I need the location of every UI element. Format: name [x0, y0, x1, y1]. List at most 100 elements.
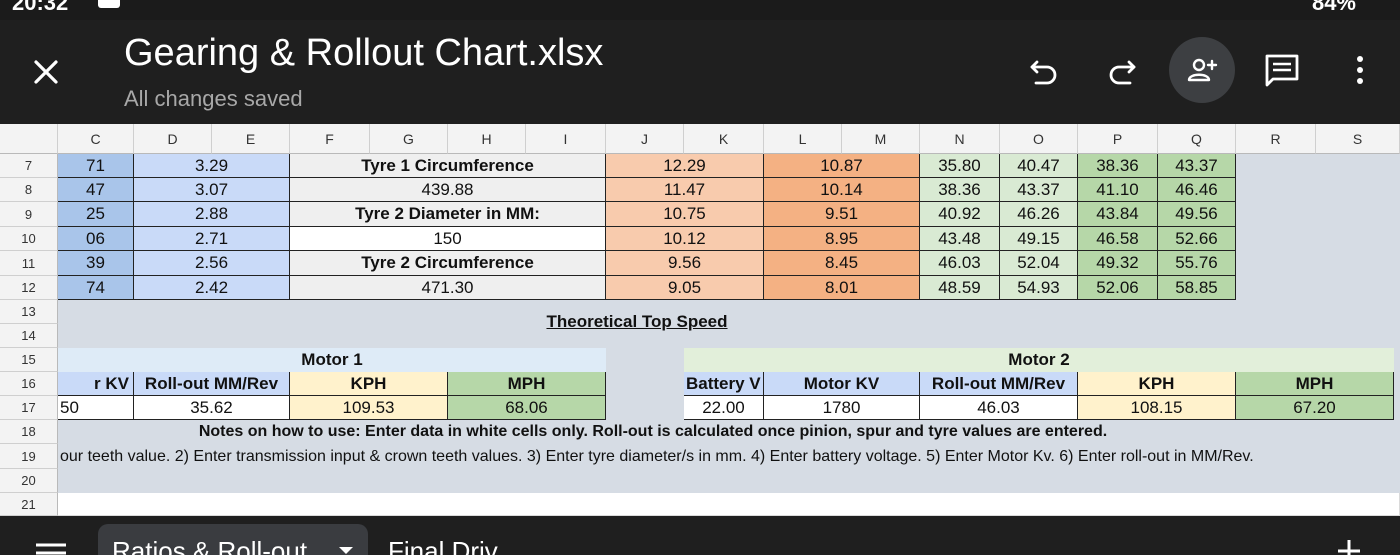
speed-o-cell[interactable]: 46.26: [1000, 202, 1078, 227]
motor1-rollout-header[interactable]: Roll-out MM/Rev: [134, 372, 290, 396]
row-header[interactable]: 14: [0, 324, 58, 348]
ratio-c-cell[interactable]: 06: [58, 227, 134, 251]
row-header[interactable]: 13: [0, 300, 58, 324]
row-header[interactable]: 15: [0, 348, 58, 372]
ratio-l-cell[interactable]: 8.95: [764, 227, 920, 251]
row-header[interactable]: 9: [0, 202, 58, 227]
ratio-l-cell[interactable]: 10.87: [764, 154, 920, 178]
motor1-kph-value[interactable]: 109.53: [290, 396, 448, 420]
motor-2-title[interactable]: Motor 2: [684, 348, 1394, 372]
tyre-value-cell[interactable]: 471.30: [290, 276, 606, 300]
speed-o-cell[interactable]: 54.93: [1000, 276, 1078, 300]
row-header[interactable]: 12: [0, 276, 58, 300]
speed-n-cell[interactable]: 46.03: [920, 251, 1000, 276]
row-header[interactable]: 11: [0, 251, 58, 276]
speed-q-cell[interactable]: 49.56: [1158, 202, 1236, 227]
ratio-c-cell[interactable]: 25: [58, 202, 134, 227]
add-sheet-button[interactable]: [1334, 536, 1364, 555]
ratio-l-cell[interactable]: 10.14: [764, 178, 920, 202]
row-header[interactable]: 16: [0, 372, 58, 396]
sheets-menu-button[interactable]: [34, 542, 68, 555]
col-header-k[interactable]: K: [684, 124, 764, 154]
col-header-d[interactable]: D: [134, 124, 212, 154]
motor2-kv-input[interactable]: 1780: [764, 396, 920, 420]
speed-p-cell[interactable]: 43.84: [1078, 202, 1158, 227]
speed-n-cell[interactable]: 38.36: [920, 178, 1000, 202]
speed-n-cell[interactable]: 40.92: [920, 202, 1000, 227]
motor2-rollout-input[interactable]: 46.03: [920, 396, 1078, 420]
row-header[interactable]: 21: [0, 493, 58, 516]
ratio-d-cell[interactable]: 2.56: [134, 251, 290, 276]
sheet-tab-final-drive[interactable]: Final Driv: [388, 536, 498, 555]
caret-down-icon[interactable]: [338, 546, 354, 555]
row-header[interactable]: 18: [0, 420, 58, 444]
speed-o-cell[interactable]: 52.04: [1000, 251, 1078, 276]
spreadsheet-grid[interactable]: C D E F G H I J K L M N O P Q R S 7 8 9 …: [0, 124, 1400, 516]
tyre-value-cell[interactable]: 439.88: [290, 178, 606, 202]
ratio-d-cell[interactable]: 3.29: [134, 154, 290, 178]
speed-n-cell[interactable]: 48.59: [920, 276, 1000, 300]
more-options-button[interactable]: [1332, 42, 1388, 98]
col-header-c[interactable]: C: [58, 124, 134, 154]
col-header-q[interactable]: Q: [1158, 124, 1236, 154]
undo-button[interactable]: [1016, 42, 1072, 98]
speed-p-cell[interactable]: 38.36: [1078, 154, 1158, 178]
row-header[interactable]: 10: [0, 227, 58, 251]
col-header-f[interactable]: F: [290, 124, 370, 154]
speed-q-cell[interactable]: 43.37: [1158, 154, 1236, 178]
speed-n-cell[interactable]: 43.48: [920, 227, 1000, 251]
ratio-j-cell[interactable]: 9.05: [606, 276, 764, 300]
speed-q-cell[interactable]: 46.46: [1158, 178, 1236, 202]
speed-p-cell[interactable]: 41.10: [1078, 178, 1158, 202]
close-button[interactable]: [22, 48, 70, 96]
ratio-c-cell[interactable]: 74: [58, 276, 134, 300]
speed-o-cell[interactable]: 40.47: [1000, 154, 1078, 178]
col-header-n[interactable]: N: [920, 124, 1000, 154]
motor-1-title[interactable]: Motor 1: [58, 348, 606, 372]
ratio-c-cell[interactable]: 71: [58, 154, 134, 178]
ratio-l-cell[interactable]: 9.51: [764, 202, 920, 227]
motor2-mph-value[interactable]: 67.20: [1236, 396, 1394, 420]
motor1-rollout-input[interactable]: 35.62: [134, 396, 290, 420]
sheet-tab-ratios[interactable]: Ratios & Roll-out: [98, 524, 368, 555]
redo-button[interactable]: [1094, 42, 1150, 98]
tyre-label-cell[interactable]: Tyre 2 Diameter in MM:: [290, 202, 606, 227]
col-header-p[interactable]: P: [1078, 124, 1158, 154]
ratio-j-cell[interactable]: 10.12: [606, 227, 764, 251]
col-header-e[interactable]: E: [212, 124, 290, 154]
col-header-l[interactable]: L: [764, 124, 842, 154]
col-header-h[interactable]: H: [448, 124, 526, 154]
col-header-r[interactable]: R: [1236, 124, 1316, 154]
speed-n-cell[interactable]: 35.80: [920, 154, 1000, 178]
ratio-d-cell[interactable]: 2.88: [134, 202, 290, 227]
speed-p-cell[interactable]: 52.06: [1078, 276, 1158, 300]
col-header-m[interactable]: M: [842, 124, 920, 154]
tyre-2-diameter-input[interactable]: 150: [290, 227, 606, 251]
ratio-l-cell[interactable]: 8.01: [764, 276, 920, 300]
speed-q-cell[interactable]: 52.66: [1158, 227, 1236, 251]
tyre-label-cell[interactable]: Tyre 1 Circumference: [290, 154, 606, 178]
speed-q-cell[interactable]: 55.76: [1158, 251, 1236, 276]
motor2-battery-header[interactable]: Battery V: [684, 372, 764, 396]
row-header[interactable]: 19: [0, 444, 58, 469]
ratio-j-cell[interactable]: 11.47: [606, 178, 764, 202]
motor1-mph-value[interactable]: 68.06: [448, 396, 606, 420]
ratio-c-cell[interactable]: 39: [58, 251, 134, 276]
speed-p-cell[interactable]: 49.32: [1078, 251, 1158, 276]
motor2-mph-header[interactable]: MPH: [1236, 372, 1394, 396]
motor1-kv-input[interactable]: 50: [58, 396, 134, 420]
motor2-battery-input[interactable]: 22.00: [684, 396, 764, 420]
motor2-kph-header[interactable]: KPH: [1078, 372, 1236, 396]
row-header[interactable]: 17: [0, 396, 58, 420]
ratio-j-cell[interactable]: 10.75: [606, 202, 764, 227]
ratio-j-cell[interactable]: 9.56: [606, 251, 764, 276]
ratio-c-cell[interactable]: 47: [58, 178, 134, 202]
motor1-kph-header[interactable]: KPH: [290, 372, 448, 396]
col-header-g[interactable]: G: [370, 124, 448, 154]
motor2-kv-header[interactable]: Motor KV: [764, 372, 920, 396]
speed-o-cell[interactable]: 49.15: [1000, 227, 1078, 251]
motor1-kv-header[interactable]: r KV: [58, 372, 134, 396]
speed-o-cell[interactable]: 43.37: [1000, 178, 1078, 202]
ratio-j-cell[interactable]: 12.29: [606, 154, 764, 178]
motor2-kph-value[interactable]: 108.15: [1078, 396, 1236, 420]
